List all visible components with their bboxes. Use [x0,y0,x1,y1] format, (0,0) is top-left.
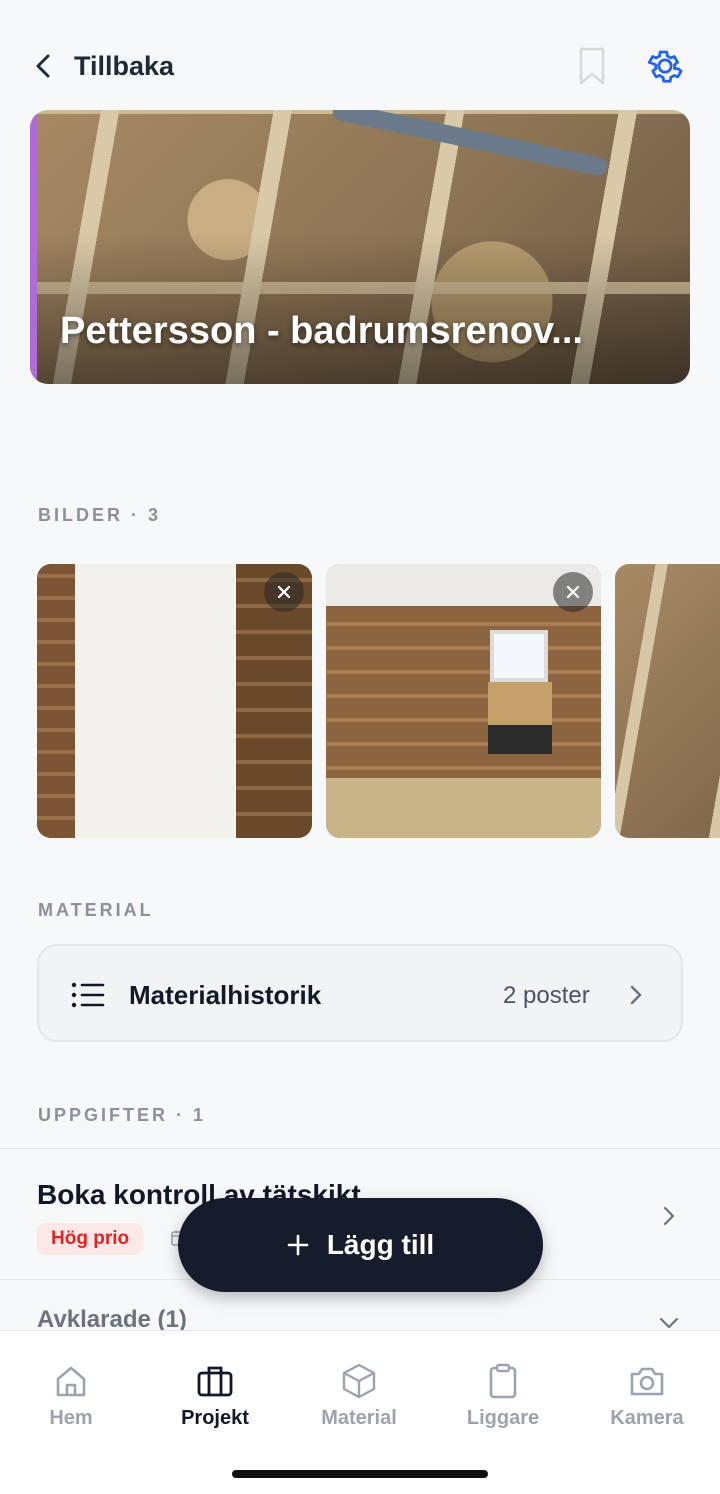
project-color-accent [30,110,37,384]
tasks-section-label: UPPGIFTER · 1 [38,1105,207,1125]
photo-detail [488,682,552,754]
images-section-label: BILDER · 3 [38,505,162,525]
gear-icon[interactable] [644,45,686,87]
photo-detail [490,630,548,682]
photo-thumbnail[interactable] [615,564,720,838]
material-history-title: Materialhistorik [129,980,322,1010]
photo-detail [326,778,601,838]
photo-thumbnail[interactable] [37,564,312,838]
add-button-label: Lägg till [326,1229,435,1260]
material-section-label: MATERIAL [38,900,154,920]
tab-label: Material [321,1407,397,1429]
chevron-right-icon [630,985,642,1005]
add-button[interactable]: Lägg till [178,1198,543,1292]
project-title: Pettersson - badrumsrenov... [60,310,583,352]
clipboard-icon [489,1363,517,1399]
remove-photo-button[interactable] [264,572,304,612]
material-history-count: 2 poster [503,982,590,1009]
close-icon [566,585,580,599]
tab-projekt[interactable]: Projekt [145,1361,285,1430]
chevron-left-icon [36,54,50,78]
close-icon [277,585,291,599]
camera-icon [630,1367,664,1396]
box-icon [342,1363,376,1399]
briefcase-icon [197,1366,233,1397]
priority-badge: Hög prio [37,1223,144,1255]
photo-detail [37,564,75,838]
list-icon [71,982,105,1008]
back-button[interactable]: Tillbaka [30,44,174,88]
remove-photo-button[interactable] [553,572,593,612]
tab-label: Liggare [466,1407,540,1429]
tab-label: Projekt [181,1407,249,1429]
home-indicator [232,1470,488,1478]
plus-icon [287,1234,309,1256]
photo-thumbnail[interactable] [326,564,601,838]
tab-hem[interactable]: Hem [1,1361,141,1430]
tab-liggare[interactable]: Liggare [433,1361,573,1430]
tab-kamera[interactable]: Kamera [577,1361,717,1430]
home-icon [56,1366,86,1397]
header: Tillbaka [0,0,720,110]
tab-label: Hem [49,1407,93,1429]
chevron-down-icon [659,1317,679,1329]
tab-material[interactable]: Material [289,1361,429,1430]
bookmark-icon[interactable] [576,46,608,86]
chevron-right-icon [663,1206,675,1226]
project-hero-image[interactable]: Pettersson - badrumsrenov... [30,110,690,384]
tab-label: Kamera [610,1407,684,1429]
hero-pipe-decor [331,110,609,177]
back-label: Tillbaka [74,50,175,81]
material-history-card[interactable]: Materialhistorik 2 poster [37,944,683,1042]
